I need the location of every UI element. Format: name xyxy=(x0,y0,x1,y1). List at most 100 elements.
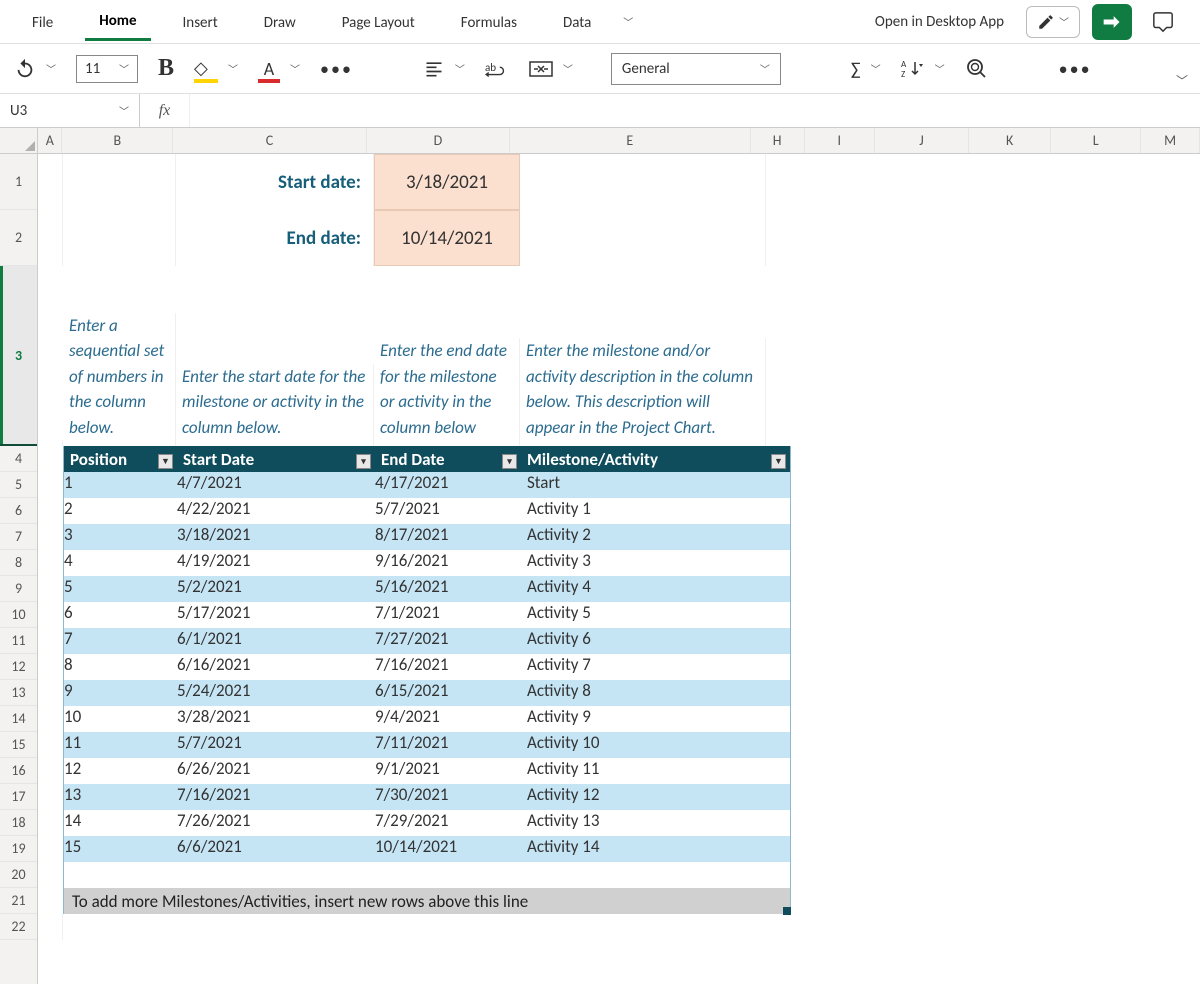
table-row[interactable]: 24/22/20215/7/2021Activity 1 xyxy=(64,498,790,524)
tab-formulas[interactable]: Formulas xyxy=(447,4,531,40)
row-header-18[interactable]: 18 xyxy=(0,810,37,836)
collapse-ribbon-button[interactable]: ﹀ xyxy=(1176,72,1188,89)
font-color-button[interactable]: A xyxy=(258,57,280,81)
bold-button[interactable]: B xyxy=(158,55,174,82)
fill-color-dropdown[interactable]: ﹀ xyxy=(228,61,238,76)
more-font-button[interactable]: ••• xyxy=(320,58,353,80)
fill-color-button[interactable]: ◇ xyxy=(194,57,218,81)
pencil-icon xyxy=(1037,13,1055,31)
row-header-16[interactable]: 16 xyxy=(0,758,37,784)
row-header-19[interactable]: 19 xyxy=(0,836,37,862)
table-row[interactable]: 76/1/20217/27/2021Activity 6 xyxy=(64,628,790,654)
row-header-8[interactable]: 8 xyxy=(0,550,37,576)
table-row[interactable]: 103/28/20219/4/2021Activity 9 xyxy=(64,706,790,732)
font-size-input[interactable]: 11 ﹀ xyxy=(76,55,138,83)
row-headers: 12345678910111213141516171819202122 xyxy=(0,128,38,984)
tab-data[interactable]: Data xyxy=(549,4,605,40)
row-header-12[interactable]: 12 xyxy=(0,654,37,680)
end-date-cell[interactable]: 10/14/2021 xyxy=(374,210,520,266)
col-header-A[interactable]: A xyxy=(38,128,62,153)
row-header-2[interactable]: 2 xyxy=(0,210,37,266)
more-tabs-chevron[interactable]: ﹀ xyxy=(623,14,633,29)
col-milestone[interactable]: Milestone/Activity▼ xyxy=(521,449,790,470)
table-row[interactable]: 126/26/20219/1/2021Activity 11 xyxy=(64,758,790,784)
row-header-13[interactable]: 13 xyxy=(0,680,37,706)
filter-dropdown-icon[interactable]: ▾ xyxy=(356,454,371,469)
col-header-L[interactable]: L xyxy=(1051,128,1141,153)
row-header-20[interactable]: 20 xyxy=(0,862,37,888)
table-row[interactable]: 55/2/20215/16/2021Activity 4 xyxy=(64,576,790,602)
undo-button[interactable] xyxy=(14,58,36,80)
more-commands-button[interactable]: ••• xyxy=(1059,58,1092,80)
font-color-dropdown[interactable]: ﹀ xyxy=(290,61,300,76)
filter-dropdown-icon[interactable]: ▾ xyxy=(502,454,517,469)
row-header-15[interactable]: 15 xyxy=(0,732,37,758)
table-row[interactable]: 95/24/20216/15/2021Activity 8 xyxy=(64,680,790,706)
row-header-5[interactable]: 5 xyxy=(0,472,37,498)
row-header-11[interactable]: 11 xyxy=(0,628,37,654)
fx-label[interactable]: fx xyxy=(140,94,190,127)
cells-area[interactable]: Start date: 3/18/2021 End date: 10/14/20… xyxy=(38,154,1200,940)
row-header-4[interactable]: 4 xyxy=(0,446,37,472)
col-header-I[interactable]: I xyxy=(805,128,875,153)
comments-button[interactable] xyxy=(1144,5,1182,39)
table-row[interactable]: 86/16/20217/16/2021Activity 7 xyxy=(64,654,790,680)
row-header-17[interactable]: 17 xyxy=(0,784,37,810)
table-row[interactable]: 65/17/20217/1/2021Activity 5 xyxy=(64,602,790,628)
autosum-dropdown[interactable]: ﹀ xyxy=(871,61,881,76)
col-header-C[interactable]: C xyxy=(173,128,367,153)
table-row[interactable]: 14/7/20214/17/2021Start xyxy=(64,472,790,498)
select-all-corner[interactable] xyxy=(0,128,37,154)
row-header-6[interactable]: 6 xyxy=(0,498,37,524)
table-row[interactable]: 33/18/20218/17/2021Activity 2 xyxy=(64,524,790,550)
tab-file[interactable]: File xyxy=(18,4,67,40)
col-header-K[interactable]: K xyxy=(969,128,1051,153)
table-row[interactable]: 156/6/202110/14/2021Activity 14 xyxy=(64,836,790,862)
col-header-B[interactable]: B xyxy=(62,128,173,153)
number-format-dropdown[interactable]: General ﹀ xyxy=(611,53,781,85)
wrap-text-button[interactable]: ab xyxy=(485,59,509,79)
sort-dropdown[interactable]: ﹀ xyxy=(935,61,945,76)
tab-insert[interactable]: Insert xyxy=(169,4,232,40)
align-dropdown[interactable]: ﹀ xyxy=(455,61,465,76)
row-header-1[interactable]: 1 xyxy=(0,154,37,210)
formula-input[interactable] xyxy=(190,94,1200,127)
tab-page-layout[interactable]: Page Layout xyxy=(328,4,429,40)
table-empty-row[interactable] xyxy=(64,862,790,888)
merge-dropdown[interactable]: ﹀ xyxy=(563,61,573,76)
col-header-D[interactable]: D xyxy=(367,128,510,153)
row-header-7[interactable]: 7 xyxy=(0,524,37,550)
row-header-3[interactable]: 3 xyxy=(0,266,37,446)
share-button[interactable] xyxy=(1092,4,1132,40)
col-header-H[interactable]: H xyxy=(751,128,805,153)
row-header-14[interactable]: 14 xyxy=(0,706,37,732)
row-header-9[interactable]: 9 xyxy=(0,576,37,602)
table-row[interactable]: 137/16/20217/30/2021Activity 12 xyxy=(64,784,790,810)
filter-dropdown-icon[interactable]: ▼ xyxy=(771,454,786,469)
tab-draw[interactable]: Draw xyxy=(250,4,310,40)
name-box[interactable]: U3 ﹀ xyxy=(0,94,140,127)
table-row[interactable]: 115/7/20217/11/2021Activity 10 xyxy=(64,732,790,758)
col-header-M[interactable]: M xyxy=(1141,128,1200,153)
start-date-cell[interactable]: 3/18/2021 xyxy=(374,154,520,210)
row-header-10[interactable]: 10 xyxy=(0,602,37,628)
tab-home[interactable]: Home xyxy=(85,2,150,41)
merge-button[interactable] xyxy=(529,59,553,79)
table-row[interactable]: 44/19/20219/16/2021Activity 3 xyxy=(64,550,790,576)
col-end-date[interactable]: End Date▾ xyxy=(375,449,521,470)
autosum-button[interactable]: ∑ xyxy=(851,58,861,80)
col-start-date[interactable]: Start Date▾ xyxy=(177,449,375,470)
row-header-21[interactable]: 21 xyxy=(0,888,37,914)
table-row[interactable]: 147/26/20217/29/2021Activity 13 xyxy=(64,810,790,836)
undo-dropdown[interactable]: ﹀ xyxy=(46,61,56,76)
open-desktop-button[interactable]: Open in Desktop App xyxy=(865,7,1014,37)
col-header-E[interactable]: E xyxy=(510,128,751,153)
filter-dropdown-icon[interactable]: ▼ xyxy=(158,454,173,469)
align-button[interactable] xyxy=(423,59,445,79)
find-button[interactable] xyxy=(965,57,989,81)
row-header-22[interactable]: 22 xyxy=(0,914,37,940)
col-position[interactable]: Position▼ xyxy=(64,449,177,470)
sort-filter-button[interactable]: AZ xyxy=(901,58,925,80)
editing-mode-button[interactable]: ﹀ xyxy=(1026,6,1080,38)
col-header-J[interactable]: J xyxy=(875,128,969,153)
